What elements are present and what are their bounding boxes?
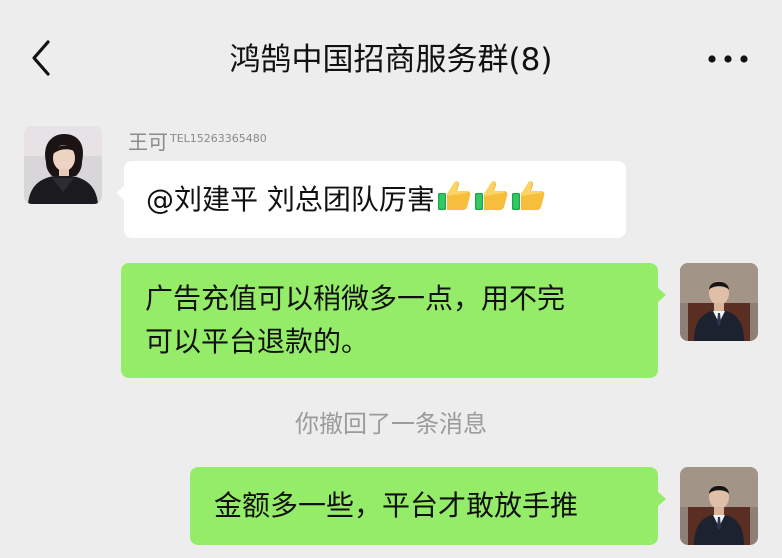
sender-name-text: 王可 (128, 130, 168, 154)
thumbs-up-icon (436, 178, 472, 224)
chat-header: 鸿鹄中国招商服务群(8) (0, 0, 782, 118)
message-bubble-incoming[interactable]: @刘建平 刘总团队厉害 (116, 161, 626, 238)
back-button[interactable] (24, 36, 64, 80)
bubble-tail (116, 185, 125, 201)
avatar-self[interactable] (680, 263, 758, 341)
message-text-line: 广告充值可以稍微多一点，用不完 (145, 282, 566, 315)
message-text: 金额多一些，平台才敢放手推 (214, 489, 579, 522)
bubble-tail (657, 491, 666, 507)
recall-notice: 你撤回了一条消息 (295, 410, 487, 438)
sender-tel: TEL15263365480 (170, 132, 267, 145)
message-bubble-outgoing[interactable]: 广告充值可以稍微多一点，用不完 可以平台退款的。 (121, 263, 666, 378)
chevron-left-icon (32, 40, 50, 76)
avatar-sender[interactable] (24, 126, 102, 204)
message-text-line: 可以平台退款的。 (145, 325, 370, 358)
ellipsis-icon (708, 55, 748, 63)
avatar-self[interactable] (680, 467, 758, 545)
more-options-button[interactable] (700, 44, 756, 74)
sender-name: 王可 TEL15263365480 (128, 130, 267, 154)
thumbs-up-icon (473, 178, 509, 224)
message-bubble-outgoing[interactable]: 金额多一些，平台才敢放手推 (190, 467, 666, 545)
message-text: @刘建平 刘总团队厉害 (146, 183, 435, 216)
bubble-tail (657, 287, 666, 303)
thumbs-up-icon (510, 178, 546, 224)
chat-title: 鸿鹄中国招商服务群(8) (229, 42, 553, 78)
